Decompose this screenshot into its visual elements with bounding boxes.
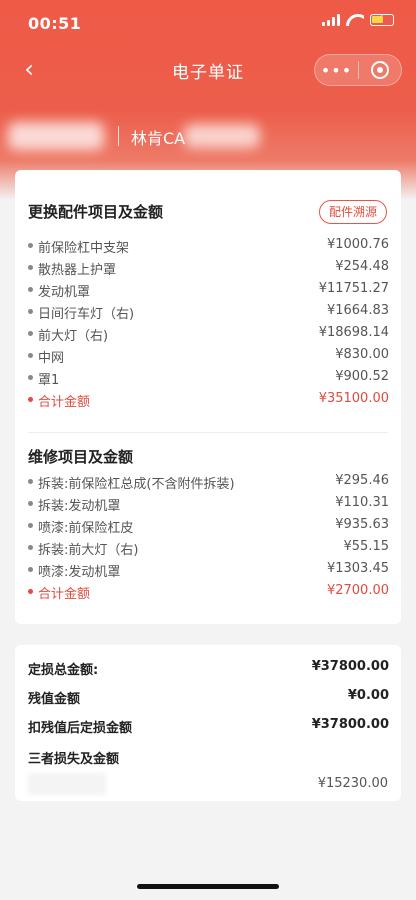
redacted-third-party <box>28 773 106 795</box>
repair-section-title: 维修项目及金额 <box>28 448 134 466</box>
list-item: 发动机罩 ¥11751.27 <box>28 279 389 301</box>
list-item: 拆装:前保险杠总成(不含附件拆装) ¥295.46 <box>28 471 389 493</box>
list-item: 前大灯（右) ¥18698.14 <box>28 323 389 345</box>
list-item: 散热器上护罩 ¥254.48 <box>28 257 389 279</box>
bullet-icon <box>28 397 33 402</box>
list-item: 罩1 ¥900.52 <box>28 367 389 389</box>
status-time: 00:51 <box>28 14 82 33</box>
more-dots-icon: ••• <box>320 60 353 80</box>
list-item: 中网 ¥830.00 <box>28 345 389 367</box>
status-bar: 00:51 ⚡ <box>0 0 416 44</box>
redacted-model <box>184 124 260 148</box>
parts-trace-button[interactable]: 配件溯源 <box>319 200 387 224</box>
wifi-icon <box>346 14 364 26</box>
close-button[interactable] <box>359 61 401 79</box>
list-item: 拆装:前大灯（右) ¥55.15 <box>28 537 389 559</box>
bullet-icon <box>28 287 33 292</box>
summary-row-salvage: 残值金额 ¥0.00 <box>28 688 389 707</box>
items-card: 更换配件项目及金额 配件溯源 前保险杠中支架 ¥1000.76 散热器上护罩 ¥25… <box>15 170 401 624</box>
redacted-plate <box>8 122 104 150</box>
home-indicator <box>137 884 279 889</box>
signal-icon <box>322 14 340 26</box>
parts-total-row: 合计金额 ¥35100.00 <box>28 389 389 411</box>
list-item: 喷漆:前保险杠皮 ¥935.63 <box>28 515 389 537</box>
bullet-icon <box>28 523 33 528</box>
section-divider <box>28 432 388 433</box>
vehicle-info: 林肯CA <box>0 116 416 156</box>
bullet-icon <box>28 479 33 484</box>
bullet-icon <box>28 375 33 380</box>
third-party-title: 三者损失及金额 <box>28 752 120 767</box>
vehicle-model: 林肯CA <box>131 129 186 148</box>
summary-row-total: 定损总金额: ¥37800.00 <box>28 659 389 678</box>
more-button[interactable]: ••• <box>315 61 358 80</box>
bullet-icon <box>28 331 33 336</box>
nav-bar: ‹ 电子单证 ••• <box>0 48 416 92</box>
list-item: 前保险杠中支架 ¥1000.76 <box>28 235 389 257</box>
bullet-icon <box>28 589 33 594</box>
summary-row-net: 扣残值后定损金额 ¥37800.00 <box>28 717 389 736</box>
target-circle-icon <box>370 61 389 79</box>
bullet-icon <box>28 243 33 248</box>
list-item: 日间行车灯（右) ¥1664.83 <box>28 301 389 323</box>
miniprogram-capsule: ••• <box>314 54 402 86</box>
bullet-icon <box>28 567 33 572</box>
repair-total-row: 合计金额 ¥2700.00 <box>28 581 389 603</box>
parts-section-title: 更换配件项目及金额 <box>28 203 164 221</box>
bullet-icon <box>28 545 33 550</box>
vehicle-divider <box>118 126 119 146</box>
third-party-amount: ¥15230.00 <box>317 776 388 791</box>
bullet-icon <box>28 353 33 358</box>
list-item: 喷漆:发动机罩 ¥1303.45 <box>28 559 389 581</box>
status-icons: ⚡ <box>322 12 394 26</box>
bullet-icon <box>28 265 33 270</box>
list-item: 拆装:发动机罩 ¥110.31 <box>28 493 389 515</box>
bullet-icon <box>28 309 33 314</box>
summary-card: 定损总金额: ¥37800.00 残值金额 ¥0.00 扣残值后定损金额 ¥37800… <box>15 645 401 801</box>
bullet-icon <box>28 501 33 506</box>
battery-icon: ⚡ <box>370 12 394 26</box>
